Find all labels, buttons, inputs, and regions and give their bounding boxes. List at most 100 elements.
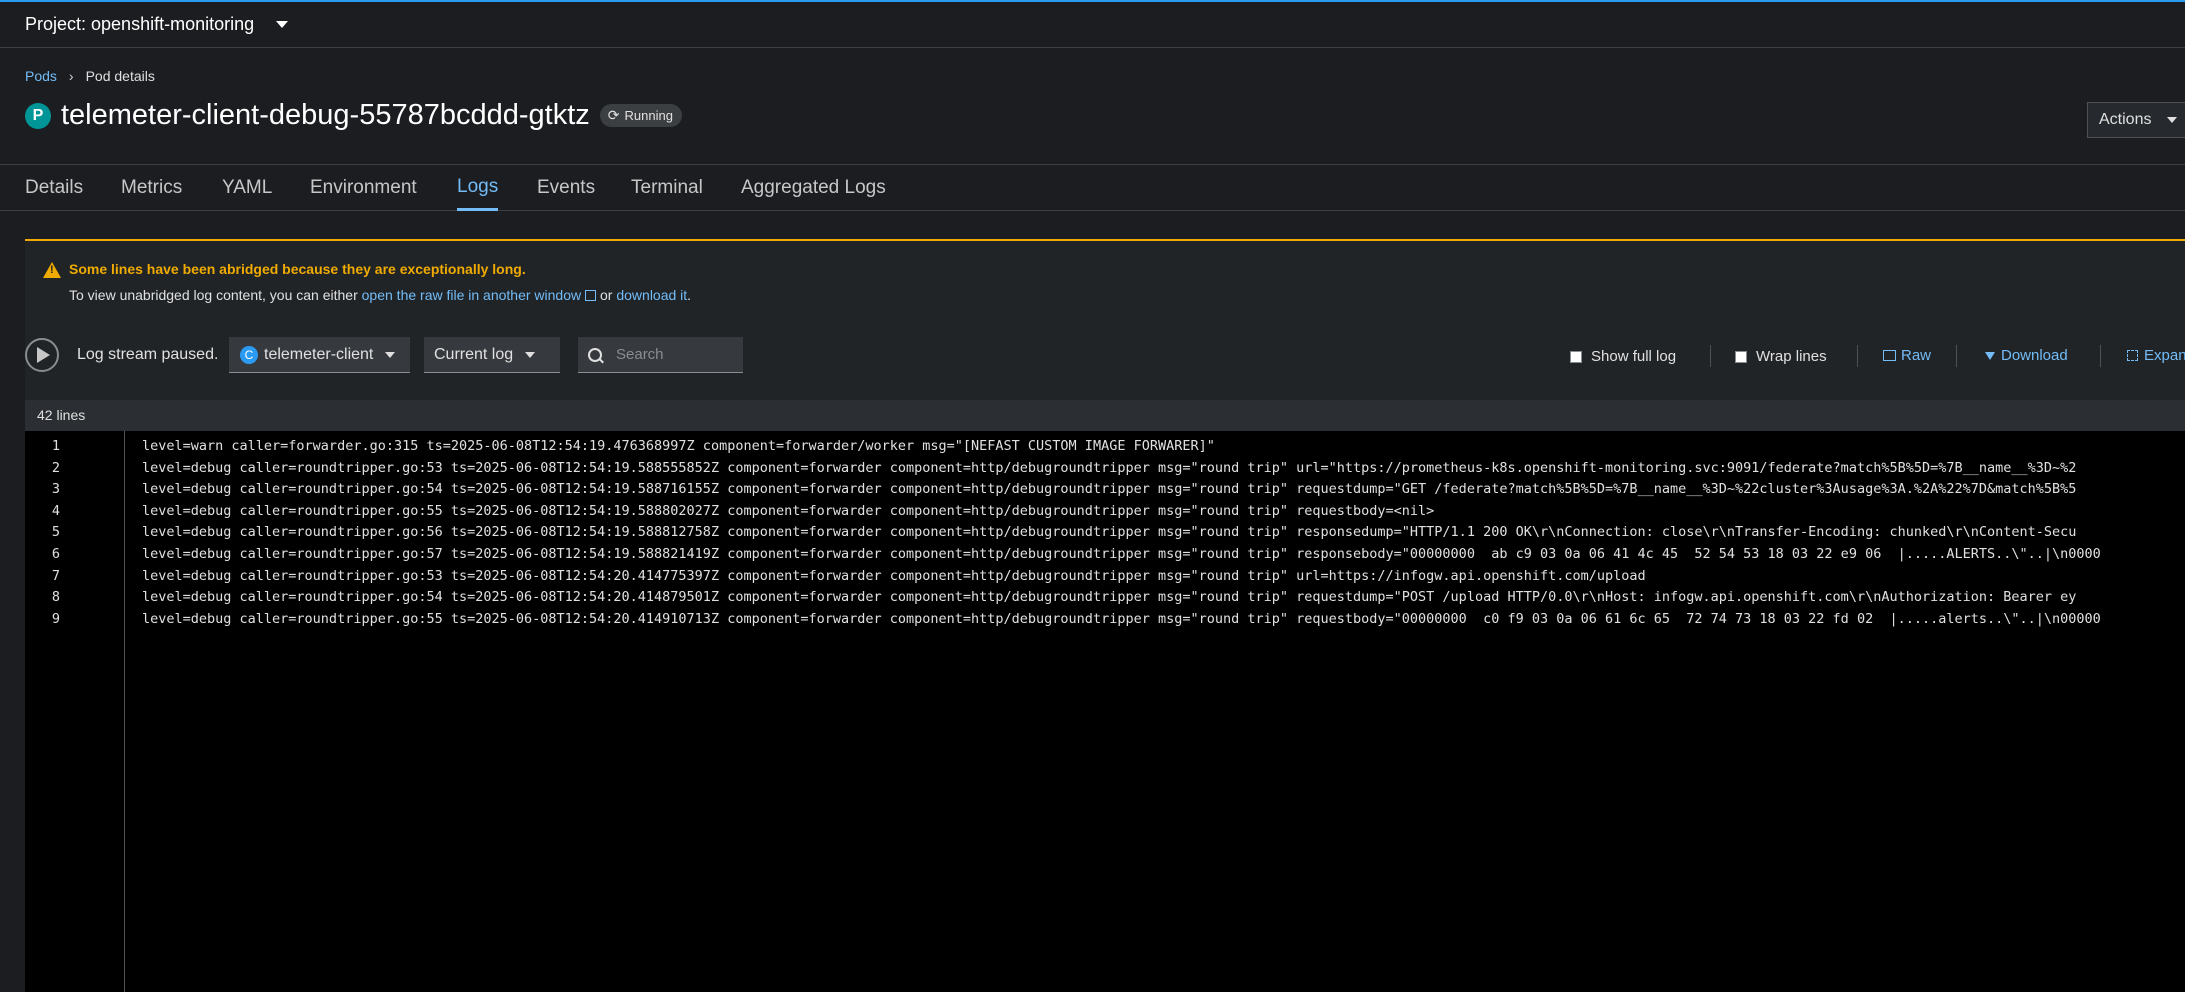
tab-details[interactable]: Details: [25, 165, 83, 211]
window-icon: [1883, 350, 1896, 361]
open-raw-link[interactable]: open the raw file in another window: [361, 287, 597, 303]
log-line-text: level=debug caller=roundtripper.go:55 ts…: [142, 502, 1435, 519]
log-line: 1 level=warn caller=forwarder.go:315 ts=2…: [25, 436, 2185, 458]
log-line-text: level=warn caller=forwarder.go:315 ts=20…: [142, 438, 1215, 454]
project-bar: Project: openshift-monitoring: [0, 0, 2185, 48]
log-line: 8 level=debug caller=roundtripper.go:54 t…: [25, 587, 2185, 609]
toolbar-divider: [1710, 345, 1711, 367]
actions-dropdown[interactable]: Actions: [2087, 102, 2185, 138]
project-selector[interactable]: Project: openshift-monitoring: [25, 14, 289, 35]
log-line: 5 level=debug caller=roundtripper.go:56 t…: [25, 522, 2185, 544]
external-link-icon: [585, 290, 597, 301]
toolbar-divider: [1956, 345, 1957, 367]
download-icon: [1985, 351, 1995, 360]
log-line-text: level=debug caller=roundtripper.go:53 ts…: [142, 567, 1646, 584]
log-line-number: 6: [51, 546, 60, 562]
breadcrumb-pods-link[interactable]: Pods: [25, 68, 57, 84]
alert-body-suffix: .: [687, 287, 692, 303]
search-box: [578, 337, 743, 373]
log-line-count: 42 lines: [25, 400, 2185, 431]
log-line-text: level=debug caller=roundtripper.go:55 ts…: [142, 610, 2101, 627]
abridged-warning-alert: Some lines have been abridged because th…: [25, 239, 2185, 323]
download-button[interactable]: Download: [1985, 347, 2068, 364]
tab-yaml[interactable]: YAML: [222, 165, 272, 211]
chevron-down-icon: [2167, 117, 2178, 123]
warning-icon: [43, 262, 61, 278]
checkbox-icon: [1735, 350, 1747, 363]
log-type-select[interactable]: Current log: [424, 337, 560, 373]
log-line-text: level=debug caller=roundtripper.go:57 ts…: [142, 546, 2101, 562]
log-toolbar: Log stream paused. C telemeter-client Cu…: [25, 337, 2185, 375]
status-badge: ⟳ Running: [599, 104, 682, 127]
checkbox-icon: [1570, 350, 1582, 363]
log-line: 4 level=debug caller=roundtripper.go:55 t…: [25, 501, 2185, 523]
page-title: telemeter-client-debug-55787bcddd-gtktz: [61, 99, 590, 131]
log-content: 1 level=warn caller=forwarder.go:315 ts=2…: [25, 431, 2185, 992]
sync-icon: ⟳: [607, 107, 620, 123]
raw-label: Raw: [1901, 347, 1932, 364]
expand-button[interactable]: Expand: [2127, 347, 2185, 364]
log-line-number: 8: [51, 589, 60, 606]
chevron-right-icon: ›: [68, 68, 74, 84]
raw-button[interactable]: Raw: [1883, 347, 1931, 364]
container-icon: C: [240, 345, 258, 364]
tab-bar: Details Metrics YAML Environment Logs Ev…: [0, 164, 2185, 211]
tab-terminal[interactable]: Terminal: [631, 165, 703, 211]
stream-status-text: Log stream paused.: [77, 346, 219, 363]
log-line-number: 4: [51, 502, 60, 519]
toolbar-divider: [2100, 345, 2101, 367]
chevron-down-icon: [276, 21, 289, 28]
log-line-number: 5: [51, 524, 60, 541]
toolbar-divider: [1857, 345, 1858, 367]
expand-icon: [2127, 350, 2138, 361]
expand-label: Expand: [2144, 347, 2185, 364]
log-line-number: 7: [51, 567, 60, 584]
download-label: Download: [2001, 347, 2068, 364]
alert-title: Some lines have been abridged because th…: [69, 261, 526, 277]
breadcrumb: Pods › Pod details: [25, 68, 155, 84]
download-link[interactable]: download it: [616, 287, 687, 303]
chevron-down-icon: [525, 351, 536, 358]
log-line-text: level=debug caller=roundtripper.go:54 ts…: [142, 589, 2077, 606]
log-line: 7 level=debug caller=roundtripper.go:53 t…: [25, 566, 2185, 588]
log-type-value: Current log: [434, 345, 514, 363]
tab-metrics[interactable]: Metrics: [121, 165, 182, 211]
log-line: 6 level=debug caller=roundtripper.go:57 t…: [25, 544, 2185, 566]
log-line-text: level=debug caller=roundtripper.go:53 ts…: [142, 459, 2077, 476]
alert-body-prefix: To view unabridged log content, you can …: [69, 287, 362, 303]
page-title-row: P telemeter-client-debug-55787bcddd-gtkt…: [25, 99, 682, 132]
container-select-value: telemeter-client: [264, 345, 374, 363]
log-line-number: 3: [51, 481, 60, 498]
wrap-lines-label: Wrap lines: [1756, 348, 1827, 365]
log-panel: Some lines have been abridged because th…: [25, 239, 2185, 992]
log-line-number: 9: [51, 610, 60, 627]
alert-body-mid: or: [596, 287, 617, 303]
log-line-text: level=debug caller=roundtripper.go:56 ts…: [142, 524, 2077, 541]
search-input[interactable]: [614, 345, 738, 364]
log-line-number: 1: [51, 438, 60, 454]
chevron-down-icon: [385, 351, 396, 358]
search-icon: [588, 347, 602, 362]
log-line: 9 level=debug caller=roundtripper.go:55 t…: [25, 609, 2185, 631]
resume-stream-button[interactable]: [25, 338, 59, 372]
log-line: 2 level=debug caller=roundtripper.go:53 t…: [25, 458, 2185, 480]
play-icon: [37, 347, 50, 363]
show-full-log-checkbox[interactable]: Show full log: [1570, 348, 1676, 365]
tab-aggregated-logs[interactable]: Aggregated Logs: [741, 165, 886, 211]
log-line-number: 2: [51, 459, 60, 476]
wrap-lines-checkbox[interactable]: Wrap lines: [1735, 348, 1827, 365]
tab-environment[interactable]: Environment: [310, 165, 417, 211]
pod-resource-icon: P: [25, 102, 51, 129]
show-full-log-label: Show full log: [1591, 348, 1677, 365]
open-raw-link-label: open the raw file in another window: [361, 287, 582, 303]
tab-logs[interactable]: Logs: [457, 165, 499, 211]
alert-body: To view unabridged log content, you can …: [69, 287, 691, 303]
actions-label: Actions: [2099, 111, 2152, 128]
tab-events[interactable]: Events: [537, 165, 595, 211]
log-line-text: level=debug caller=roundtripper.go:54 ts…: [142, 481, 2077, 498]
project-label: Project: openshift-monitoring: [25, 14, 255, 34]
breadcrumb-current: Pod details: [85, 68, 155, 84]
log-line: 3 level=debug caller=roundtripper.go:54 t…: [25, 479, 2185, 501]
container-select[interactable]: C telemeter-client: [229, 337, 410, 373]
status-text: Running: [624, 108, 673, 123]
